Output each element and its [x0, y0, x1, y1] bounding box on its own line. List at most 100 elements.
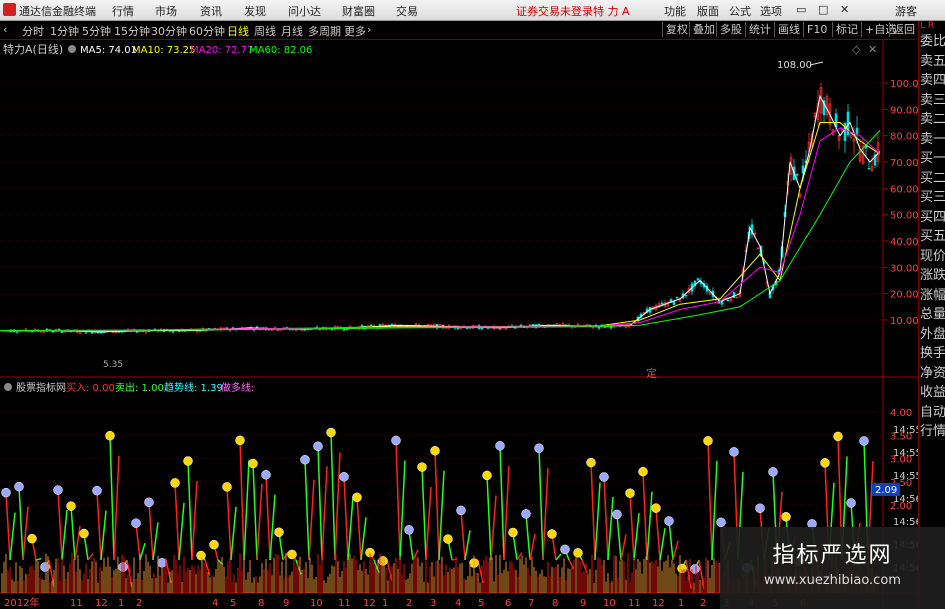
settings-dot-icon[interactable] [68, 45, 76, 53]
sidebar-item-sell2[interactable]: 卖二 [919, 110, 945, 130]
sidebar-item-volume[interactable]: 总量 [919, 305, 945, 325]
tab-period-multi[interactable]: 多周期 [308, 23, 341, 39]
login-status[interactable]: 证券交易未登录 [516, 3, 593, 19]
date-tick-label: 1 [118, 598, 124, 609]
sidebar-item-auto[interactable]: 自动 [919, 403, 945, 423]
btn-draw[interactable]: 画线 [774, 22, 803, 37]
menu-item-discover[interactable]: 发现 [244, 3, 266, 19]
sidebar-item-quotes[interactable]: 行情 [919, 422, 945, 442]
watermark-title: 指标严选网 [772, 543, 893, 568]
candle-body [342, 329, 346, 331]
btn-adjust[interactable]: 复权 [662, 22, 691, 37]
tab-period-5min[interactable]: 5分钟 [82, 23, 111, 39]
smile-icon [638, 466, 648, 477]
sidebar-item-weibi[interactable]: 委比 [919, 32, 945, 52]
smile-icon [547, 529, 557, 539]
candle-body [795, 173, 799, 176]
smile-icon [703, 436, 713, 446]
price-panel-title: 特力A(日线) [3, 42, 63, 56]
date-tick-label: 4 [212, 598, 218, 609]
date-tick-label: 1 [382, 598, 388, 609]
window-minimize-icon[interactable]: ▭ [796, 3, 806, 16]
sidebar-item-change[interactable]: 涨跌 [919, 266, 945, 286]
sidebar-item-net-assets[interactable]: 净资 [919, 364, 945, 384]
menu-item-markets[interactable]: 市场 [155, 3, 177, 19]
window-restore-icon[interactable]: □ [818, 3, 828, 16]
low-price-label: 5.35 [103, 360, 123, 370]
price-tick-label: 100.00 [890, 79, 918, 90]
menu-item-function[interactable]: 功能 [664, 3, 686, 19]
smile-icon [417, 462, 427, 472]
tab-period-monthly[interactable]: 月线 [281, 23, 303, 39]
date-tick-label: 12 [652, 598, 665, 609]
face-icon [261, 469, 271, 480]
tab-period-60min[interactable]: 60分钟 [189, 23, 225, 39]
smile-icon [326, 427, 336, 438]
panel-close-icon[interactable]: ✕ [868, 43, 877, 56]
btn-overlay[interactable]: 叠加 [689, 22, 718, 37]
smile-icon [66, 501, 76, 511]
candle-body [171, 330, 175, 333]
sidebar-item-sell5[interactable]: 卖五 [919, 52, 945, 72]
tab-period-more[interactable]: 更多 [344, 23, 366, 39]
face-icon [14, 481, 24, 492]
date-tick-label: 5 [478, 598, 484, 609]
panel-collapse-icon[interactable]: ◇ [852, 43, 861, 56]
smile-icon [781, 511, 791, 522]
menu-item-options[interactable]: 选项 [760, 3, 782, 19]
visitor-label[interactable]: 游客 [895, 3, 917, 19]
tb-back-icon[interactable]: ‹ [3, 23, 7, 36]
menu-item-wealth[interactable]: 财富圈 [342, 3, 375, 19]
window-close-icon[interactable]: ✕ [840, 3, 849, 16]
menu-item-formula[interactable]: 公式 [729, 3, 751, 19]
menu-item-news[interactable]: 资讯 [200, 3, 222, 19]
more-chevron-icon[interactable]: › [367, 23, 371, 36]
sidebar-item-sell4[interactable]: 卖四 [919, 71, 945, 91]
face-icon [53, 485, 63, 495]
face-icon [664, 516, 674, 526]
menu-item-trade[interactable]: 交易 [396, 3, 418, 19]
tab-period-intraday[interactable]: 分时 [22, 23, 44, 39]
sidebar-item-turnover[interactable]: 换手 [919, 344, 945, 364]
ma60-label: MA60: 82.06 [249, 45, 312, 56]
indicator-buy: 买入: 0.00 [66, 382, 115, 394]
watermark: 指标严选网 www.xuezhibiao.com [720, 527, 945, 609]
event-marker[interactable]: 定 [646, 366, 657, 380]
sidebar-item-sell1[interactable]: 卖一 [919, 130, 945, 150]
date-tick-label: 2 [136, 598, 142, 609]
btn-mark[interactable]: 标记 [832, 22, 861, 37]
menu-item-market[interactable]: 行情 [112, 3, 134, 19]
sidebar-top-r[interactable]: R [928, 21, 934, 31]
sidebar-item-buy3[interactable]: 买三 [919, 188, 945, 208]
sidebar-item-buy4[interactable]: 买四 [919, 208, 945, 228]
indicator-trend: 趋势线: 1.39 [164, 381, 223, 394]
chart-area[interactable]: 特力A(日线) MA5: 74.01 MA10: 73.25 MA20: 72.… [0, 40, 918, 609]
tab-period-30min[interactable]: 30分钟 [151, 23, 187, 39]
tab-period-1min[interactable]: 1分钟 [50, 23, 79, 39]
menu-item-layout[interactable]: 版面 [697, 3, 719, 19]
sidebar-item-sell3[interactable]: 卖三 [919, 91, 945, 111]
tab-period-daily[interactable]: 日线 [227, 23, 249, 39]
sidebar-item-outer[interactable]: 外盘 [919, 325, 945, 345]
tab-period-weekly[interactable]: 周线 [254, 23, 276, 39]
indicator-settings-icon[interactable] [4, 383, 12, 391]
face-icon [729, 447, 739, 457]
btn-multi-stock[interactable]: 多股 [716, 22, 745, 37]
btn-stats[interactable]: 统计 [745, 22, 774, 37]
face-icon [131, 518, 141, 528]
sidebar-item-buy5[interactable]: 买五 [919, 227, 945, 247]
face-icon [560, 544, 570, 555]
high-price-label: 108.00 [777, 60, 812, 71]
menu-item-assistant[interactable]: 问小达 [288, 3, 321, 19]
sidebar-item-change-pct[interactable]: 涨幅 [919, 286, 945, 306]
smile-icon [222, 482, 232, 492]
sidebar-item-buy2[interactable]: 买二 [919, 169, 945, 189]
sidebar-item-buy1[interactable]: 买一 [919, 149, 945, 169]
sidebar-item-earnings[interactable]: 收益 [919, 383, 945, 403]
tab-period-15min[interactable]: 15分钟 [114, 23, 150, 39]
btn-return[interactable]: 返回 [889, 22, 918, 37]
price-tick-label: 40.00 [890, 237, 918, 248]
sidebar-item-price[interactable]: 现价 [919, 247, 945, 267]
sidebar-top-l[interactable]: L [920, 21, 925, 31]
btn-f10[interactable]: F10 [803, 22, 830, 37]
